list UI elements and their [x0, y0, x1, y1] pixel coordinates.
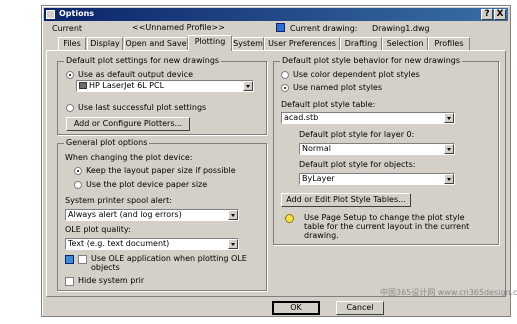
default-device-value: HP LaserJet 6L PCL	[89, 81, 165, 90]
add-configure-plotters-button[interactable]: Add or Configure Plotters...	[66, 117, 190, 131]
style-objects-value: ByLayer	[302, 174, 335, 183]
tab-system[interactable]: System	[232, 37, 264, 50]
label-use-last-successful: Use last successful plot settings	[78, 103, 207, 112]
style-objects-select[interactable]: ByLayer	[299, 173, 455, 185]
window-title: Options	[59, 9, 95, 18]
label-use-device-paper: Use the plot device paper size	[86, 180, 208, 189]
radio-use-color-dependent[interactable]	[281, 71, 289, 79]
label-when-changing-device: When changing the plot device:	[65, 153, 193, 162]
radio-use-named-styles[interactable]	[281, 84, 289, 92]
radio-use-last-successful[interactable]	[66, 104, 74, 112]
chevron-down-icon[interactable]	[228, 239, 238, 249]
chevron-down-icon[interactable]	[444, 144, 454, 154]
chevron-down-icon[interactable]	[444, 174, 454, 184]
label-use-named-styles: Use named plot styles	[293, 83, 383, 92]
watermark-text: 中国365设计网 www.cn365design.com	[380, 288, 517, 297]
current-profile-value: <<Unnamed Profile>>	[132, 23, 225, 32]
group-title-default-plot-settings: Default plot settings for new drawings	[64, 56, 222, 65]
checkbox-use-ole-app[interactable]	[78, 255, 87, 264]
drawing-icon	[276, 23, 285, 32]
tab-display[interactable]: Display	[87, 37, 123, 50]
tab-plotting[interactable]: Plotting	[188, 35, 232, 51]
default-plot-settings-group: Default plot settings for new drawings U…	[57, 56, 267, 135]
page-setup-tip: Use Page Setup to change the plot style …	[304, 213, 470, 240]
label-spool-alert: System printer spool alert:	[65, 196, 172, 205]
title-bar: Options ? X	[44, 8, 508, 21]
group-title-plot-style-behavior: Default plot style behavior for new draw…	[280, 56, 463, 65]
chevron-down-icon[interactable]	[243, 81, 253, 91]
radio-use-default-device[interactable]	[66, 71, 74, 79]
tab-files[interactable]: Files	[58, 37, 86, 50]
label-style-objects: Default plot style for objects:	[299, 160, 416, 169]
plot-style-behavior-group: Default plot style behavior for new draw…	[273, 56, 499, 245]
label-use-ole-app: Use OLE application when plotting OLE ob…	[91, 254, 247, 272]
cancel-button[interactable]: Cancel	[336, 301, 384, 315]
help-button[interactable]: ?	[481, 9, 493, 20]
chevron-down-icon[interactable]	[228, 210, 238, 220]
tab-profiles[interactable]: Profiles	[428, 37, 470, 50]
style-layer0-select[interactable]: Normal	[299, 143, 455, 155]
ok-button[interactable]: OK	[272, 301, 320, 315]
label-use-color-dependent: Use color dependent plot styles	[293, 70, 420, 79]
spool-alert-select[interactable]: Always alert (and log errors)	[65, 209, 239, 221]
current-drawing-value: Drawing1.dwg	[372, 24, 430, 33]
label-ole-quality: OLE plot quality:	[65, 225, 131, 234]
style-layer0-value: Normal	[302, 144, 331, 153]
chevron-down-icon[interactable]	[444, 113, 454, 123]
radio-keep-layout-paper[interactable]	[74, 167, 82, 175]
default-device-select[interactable]: HP LaserJet 6L PCL	[76, 80, 254, 92]
checkbox-hide-system-printers[interactable]	[65, 277, 74, 286]
current-drawing-label: Current drawing:	[290, 24, 358, 33]
printer-icon	[79, 82, 87, 89]
options-dialog: Options ? X Current <<Unnamed Profile>> …	[41, 5, 511, 317]
current-profile-label: Current	[52, 24, 83, 33]
spool-alert-value: Always alert (and log errors)	[68, 210, 182, 219]
tab-open-and-save[interactable]: Open and Save	[124, 37, 188, 50]
ole-quality-select[interactable]: Text (e.g. text document)	[65, 238, 239, 250]
label-style-layer0: Default plot style for layer 0:	[299, 130, 415, 139]
general-plot-options-group: General plot options When changing the p…	[57, 138, 267, 291]
default-style-table-value: acad.stb	[284, 113, 319, 122]
group-title-general-plot-options: General plot options	[64, 138, 150, 147]
ole-icon	[65, 255, 74, 264]
add-edit-plot-style-tables-button[interactable]: Add or Edit Plot Style Tables...	[281, 193, 411, 207]
default-style-table-select[interactable]: acad.stb	[281, 112, 455, 124]
label-default-style-table: Default plot style table:	[281, 100, 376, 109]
ole-quality-value: Text (e.g. text document)	[68, 239, 170, 248]
app-icon	[46, 10, 55, 19]
plotting-panel: Default plot settings for new drawings U…	[46, 50, 506, 297]
label-hide-system-printers: Hide system printers	[78, 276, 144, 285]
label-use-default-device: Use as default output device	[78, 70, 193, 79]
tab-user-preferences[interactable]: User Preferences	[264, 37, 340, 50]
lightbulb-icon	[285, 214, 294, 223]
tab-selection[interactable]: Selection	[382, 37, 428, 50]
close-button[interactable]: X	[494, 9, 506, 20]
tab-drafting[interactable]: Drafting	[340, 37, 382, 50]
radio-use-device-paper[interactable]	[74, 181, 82, 189]
label-keep-layout-paper: Keep the layout paper size if possible	[86, 166, 236, 175]
